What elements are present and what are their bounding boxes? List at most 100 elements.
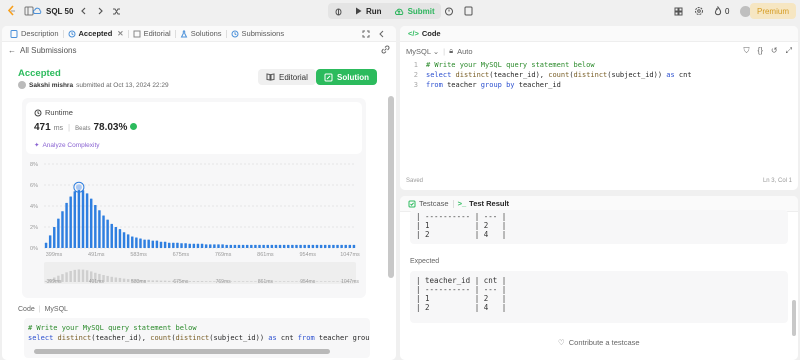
run-button[interactable]: Run [349,3,388,19]
submitter-name[interactable]: Sakshi mishra [29,82,73,89]
collapse-icon[interactable] [378,30,386,40]
maximize-icon[interactable] [362,30,370,40]
runtime-unit: ms [53,125,64,132]
code-hscrollbar[interactable] [34,349,330,354]
chart-bar [266,244,269,248]
chart-bar [233,244,237,248]
tab-editorial[interactable]: Editorial [129,29,175,38]
overview-bar [151,280,155,282]
book-icon [133,30,141,37]
code-editor[interactable]: 1 # Write your MySQL query statement belo… [400,60,798,90]
chart-bar [254,244,257,248]
link-icon[interactable] [381,45,390,56]
x-tick-label: 583ms [130,252,147,258]
submitted-time: submitted at Oct 13, 2024 22:29 [76,81,169,89]
expected-row: | 1 | 2 | [416,294,507,303]
tab-testcase[interactable]: Testcase [404,199,453,208]
submit-button[interactable]: Submit [388,3,441,19]
chart-bar [274,244,278,248]
format-braces-icon[interactable]: {} [758,46,763,56]
overview-bar [126,279,130,282]
submitted-code-block[interactable]: # Write your MySQL query statement below… [24,318,370,358]
tab-submissions[interactable]: Submissions [227,29,289,38]
test-panel: Testcase >_ Test Result | ---------- | -… [400,196,798,360]
overview-bar [237,281,241,282]
code-panel: </> Code MySQL ⌄ | 🔒︎ Auto ⛉ {} ↺ ⤢ 1 # W… [400,26,798,190]
all-submissions-label: All Submissions [20,46,77,55]
timer-icon[interactable] [444,4,454,18]
close-tab-icon[interactable]: ✕ [117,29,123,38]
streak-value: 0 [725,6,730,16]
solution-button[interactable]: Solution [316,69,377,85]
mode-label[interactable]: Auto [457,47,472,56]
streak-counter[interactable]: 0 [714,4,729,18]
runtime-header: Runtime [34,108,73,117]
left-scrollbar[interactable] [388,96,394,278]
runtime-summary[interactable]: Runtime 471 ms | Beats 78.03% ✦ Analyze … [26,102,362,154]
notes-icon[interactable] [464,4,473,18]
chart-bar [151,240,155,248]
code-brackets-icon: </> [408,29,419,38]
tab-description[interactable]: Description [6,29,63,38]
chart-bar [65,202,68,248]
chart-bar [114,227,118,248]
next-problem-icon[interactable] [96,4,104,18]
status-accepted: Accepted [18,68,61,79]
tab-testcase-label: Testcase [419,199,449,208]
overview-tick-label: 954ms [300,279,316,285]
runtime-distribution-chart[interactable]: 8% 6% 4% 2% 0% 399ms 491ms 583ms 675ms 769ms 861ms… [22,156,366,298]
beats-label: Beats [75,126,91,132]
grid-icon[interactable] [674,4,683,18]
overview-bar [77,269,81,282]
analyze-complexity-link[interactable]: ✦ Analyze Complexity [34,141,100,150]
book-icon [266,73,275,81]
prev-problem-icon[interactable] [80,4,88,18]
avatar [18,81,26,89]
contribute-testcase-link[interactable]: ♡ Contribute a testcase [558,338,640,347]
chart-bar [323,244,327,248]
chart-bar [204,244,208,248]
chart-bar [159,241,163,248]
premium-button[interactable]: Premium [749,3,796,19]
code-line-2: select distinct(teacher_id), count(disti… [28,334,370,342]
tab-solutions[interactable]: Solutions [176,29,226,38]
chart-bar [270,244,274,248]
x-tick-label: 861ms [257,252,274,258]
overview-bar [118,277,122,282]
overview-bar [209,281,212,282]
overview-tick-label: 1047ms [341,279,359,285]
runtime-card: Runtime 471 ms | Beats 78.03% ✦ Analyze … [22,98,366,298]
chart-bar [57,218,60,248]
problem-list-button[interactable]: SQL 50 [32,4,73,18]
leetcode-logo-icon[interactable] [6,4,18,18]
settings-gear-icon[interactable] [694,4,704,18]
tab-accepted[interactable]: Accepted ✕ [64,29,128,38]
chart-bar [94,204,97,248]
chart-bar [77,189,81,248]
tab-code[interactable]: </> Code [404,29,445,38]
overview-tick-label: 769ms [216,279,232,285]
overview-bar [323,281,327,282]
editorial-button[interactable]: Editorial [258,69,316,85]
chart-bar [319,244,323,248]
language-label: MySQL [406,46,431,56]
tab-test-result[interactable]: >_ Test Result [454,199,513,208]
overview-bar [200,281,204,282]
reset-icon[interactable]: ↺ [771,46,778,56]
shuffle-icon[interactable] [112,4,121,18]
bookmark-icon[interactable]: ⛉ [744,46,750,56]
overview-bar [233,281,237,282]
chart-bar [184,243,187,248]
flask-icon [180,30,188,37]
bug-icon [335,8,342,15]
chart-bar [118,229,122,248]
overview-bar [254,281,257,282]
all-submissions-link[interactable]: ← All Submissions [8,46,76,55]
back-arrow-icon: ← [8,46,16,55]
chart-bar [315,244,319,248]
test-scrollbar[interactable] [792,300,796,336]
chart-bar [250,244,253,248]
language-select[interactable]: MySQL ⌄ [406,47,439,56]
fullscreen-icon[interactable]: ⤢ [786,46,792,56]
debug-button[interactable] [328,3,349,19]
